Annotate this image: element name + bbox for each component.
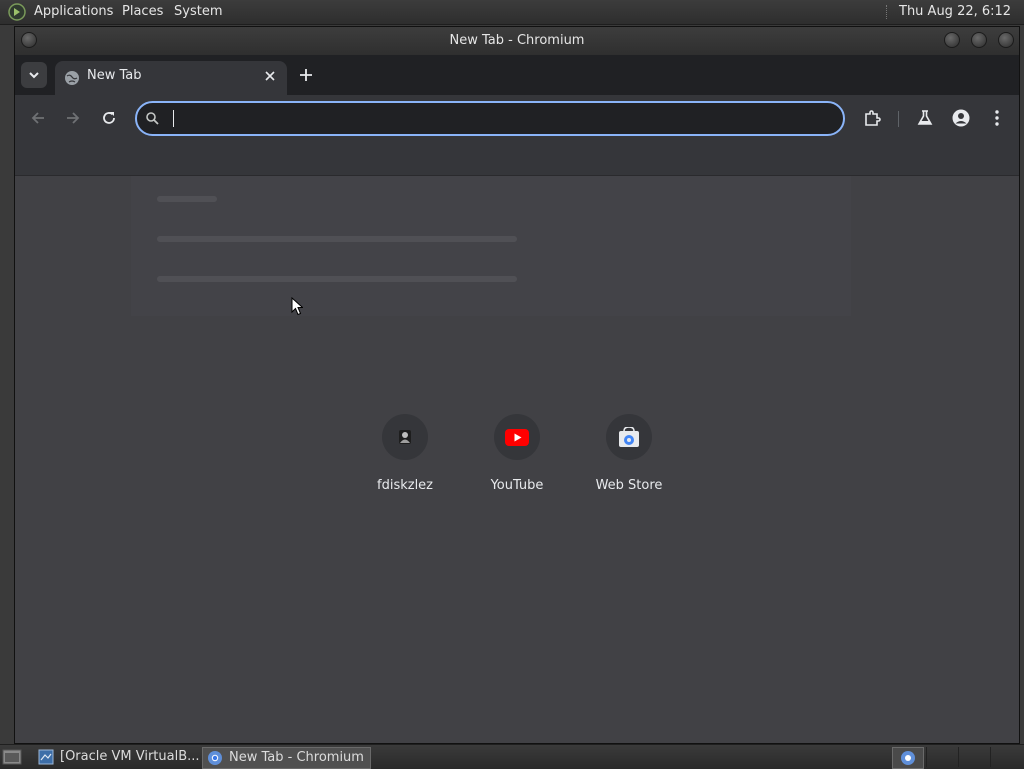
- tab-new-tab[interactable]: New Tab: [55, 61, 287, 95]
- reload-button[interactable]: [100, 109, 118, 127]
- tab-title: New Tab: [87, 68, 142, 83]
- suggestion-row: [157, 276, 517, 282]
- shortcut-icon-circle: [494, 414, 540, 460]
- suggestion-row: [157, 236, 517, 242]
- chromium-icon: [208, 751, 222, 765]
- taskbar-item-label: [Oracle VM VirtualB...: [60, 749, 200, 764]
- toolbar: [15, 95, 1019, 141]
- address-input[interactable]: [177, 107, 821, 131]
- applications-menu[interactable]: Applications: [34, 0, 113, 24]
- extensions-icon[interactable]: [863, 109, 881, 127]
- show-desktop-icon[interactable]: [2, 748, 22, 766]
- forward-button[interactable]: [64, 109, 82, 127]
- system-menu[interactable]: System: [174, 0, 222, 24]
- chromium-icon: [901, 751, 915, 765]
- shortcut-tile[interactable]: Web Store: [579, 414, 679, 493]
- window-titlebar[interactable]: New Tab - Chromium: [15, 27, 1019, 55]
- avatar-icon: [399, 430, 411, 444]
- close-window-button[interactable]: [998, 32, 1014, 48]
- globe-icon: [65, 71, 79, 85]
- mouse-cursor-icon: [291, 297, 303, 316]
- search-icon: [146, 112, 159, 125]
- shortcut-label: YouTube: [490, 478, 544, 493]
- back-button[interactable]: [29, 109, 47, 127]
- tab-search-button[interactable]: [21, 62, 47, 88]
- shortcut-tile[interactable]: fdiskzlez: [355, 414, 455, 493]
- panel-separator: [886, 5, 889, 19]
- minimize-button[interactable]: [944, 32, 960, 48]
- shortcut-icon-circle: [382, 414, 428, 460]
- labs-flask-icon[interactable]: [916, 109, 934, 127]
- shortcut-label: fdiskzlez: [377, 478, 433, 493]
- text-caret: [173, 110, 174, 127]
- taskbar-item-chromium[interactable]: New Tab - Chromium: [202, 747, 371, 769]
- workspace-4[interactable]: [990, 747, 1021, 767]
- web-store-icon: [619, 427, 639, 447]
- bookmark-bar: [15, 141, 1019, 176]
- address-bar[interactable]: [135, 101, 845, 136]
- shortcut-icon-circle: [606, 414, 652, 460]
- taskbar-item-virtualbox[interactable]: [Oracle VM VirtualB...: [34, 747, 200, 767]
- tab-strip: New Tab: [15, 55, 1019, 95]
- chevron-down-icon: [29, 72, 39, 79]
- window-title: New Tab - Chromium: [449, 33, 585, 48]
- toolbar-divider: [898, 111, 899, 127]
- workspace-2[interactable]: [926, 747, 957, 767]
- shortcut-tile[interactable]: YouTube: [467, 414, 567, 493]
- workspace-switcher-active[interactable]: [892, 747, 924, 769]
- new-tab-button[interactable]: [299, 68, 313, 82]
- distro-logo-icon[interactable]: [8, 3, 26, 21]
- most-visited-shortcuts: fdiskzlez YouTube Web Store: [15, 414, 1019, 504]
- bottom-taskbar: [Oracle VM VirtualB... New Tab - Chromiu…: [0, 744, 1024, 769]
- top-panel: Applications Places System Thu Aug 22, 6…: [0, 0, 1024, 43]
- omnibox-suggestions-fading: [131, 176, 851, 316]
- close-icon[interactable]: [263, 69, 277, 83]
- suggestion-row: [157, 196, 217, 202]
- youtube-icon: [505, 429, 529, 446]
- virtualbox-icon: [38, 749, 54, 765]
- kebab-menu-icon[interactable]: [988, 109, 1006, 127]
- new-tab-page: fdiskzlez YouTube Web Store: [15, 176, 1019, 743]
- browser-window: New Tab - Chromium New Tab fdiskzlez You…: [14, 26, 1020, 744]
- taskbar-item-label: New Tab - Chromium: [229, 750, 364, 765]
- shortcut-label: Web Store: [595, 478, 663, 493]
- places-menu[interactable]: Places: [122, 0, 163, 24]
- maximize-button[interactable]: [971, 32, 987, 48]
- profile-icon[interactable]: [952, 109, 970, 127]
- workspace-3[interactable]: [958, 747, 989, 767]
